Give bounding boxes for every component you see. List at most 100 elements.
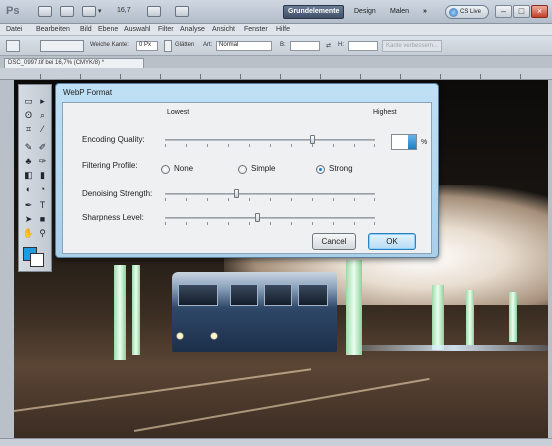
feather-input[interactable]: 0 Px	[136, 41, 158, 51]
type-tool-icon[interactable]: T	[36, 199, 49, 212]
hand-tool-icon[interactable]: ✋	[22, 227, 35, 240]
width-input[interactable]	[290, 41, 320, 51]
filter-simple-radio[interactable]	[238, 165, 247, 174]
menu-item-image[interactable]: Bild	[80, 26, 92, 33]
cs-live-icon	[449, 8, 458, 17]
more-workspaces-button[interactable]: »	[418, 5, 432, 19]
cs-live-button[interactable]: CS Live	[445, 5, 489, 19]
workspace-painting-button[interactable]: Malen	[385, 5, 414, 19]
sharpness-slider-track[interactable]	[165, 217, 375, 219]
feather-label: Weiche Kante:	[90, 42, 129, 48]
denoise-label: Denoising Strength:	[82, 189, 153, 198]
workspace-essentials-button[interactable]: Grundelemente	[283, 5, 345, 19]
antialias-label: Glätten	[175, 42, 195, 48]
tram-window	[298, 284, 328, 306]
filter-none-label: None	[174, 164, 194, 173]
menu-item-analysis[interactable]: Analyse	[180, 26, 205, 33]
dodge-tool-icon[interactable]: ◔	[36, 183, 49, 196]
quality-spinner-icon[interactable]	[408, 135, 416, 149]
background-color-swatch[interactable]	[30, 253, 44, 267]
lasso-tool-icon[interactable]: ʘ	[22, 109, 35, 122]
minibridge-icon[interactable]	[60, 6, 74, 17]
swap-icon[interactable]: ⇄	[326, 42, 331, 49]
gradient-tool-icon[interactable]: ▮	[36, 169, 49, 182]
dialog-title: WebP Format	[63, 88, 113, 97]
application-bar: Ps ▾ 16,7 Grundelemente Design Malen » C…	[0, 0, 552, 24]
pillar	[509, 292, 517, 342]
denoise-slider-ticks	[165, 198, 375, 202]
options-bar: Weiche Kante: 0 Px Glätten Art: Normal B…	[0, 36, 552, 56]
scale-low-label: Lowest	[167, 109, 190, 116]
menu-item-edit[interactable]: Bearbeiten	[36, 26, 70, 33]
shape-tool-icon[interactable]: ■	[36, 213, 49, 226]
quality-unit: %	[421, 139, 428, 146]
menu-item-help[interactable]: Hilfe	[276, 26, 290, 33]
pillar	[346, 260, 362, 355]
document-tab[interactable]: DSC_0997.tif bei 16,7% (CMYK/8) *	[4, 58, 144, 68]
tram-headlight	[210, 332, 218, 340]
horizontal-ruler	[0, 68, 552, 80]
filter-none-radio[interactable]	[161, 165, 170, 174]
quality-slider-thumb[interactable]	[310, 135, 315, 144]
eyedropper-tool-icon[interactable]: ⁄	[36, 123, 49, 136]
path-selection-icon[interactable]: ➤	[22, 213, 35, 226]
denoise-slider-track[interactable]	[165, 193, 375, 195]
workspace-design-button[interactable]: Design	[349, 5, 381, 19]
tram-window	[230, 284, 258, 306]
marquee-tool-icon[interactable]: ▸	[36, 95, 49, 108]
close-icon[interactable]: ×	[531, 5, 548, 18]
maximize-icon[interactable]: □	[513, 5, 530, 18]
menu-item-window[interactable]: Fenster	[244, 26, 268, 33]
document-tab-label: DSC_0997.tif bei 16,7% (CMYK/8) *	[8, 60, 105, 66]
ok-button[interactable]: OK	[368, 233, 416, 250]
menu-item-layer[interactable]: Ebene	[98, 26, 118, 33]
quality-slider-track[interactable]	[165, 139, 375, 141]
road-marking	[14, 368, 312, 412]
photoshop-logo: Ps	[6, 5, 20, 17]
height-input[interactable]	[348, 41, 378, 51]
quality-slider-ticks	[165, 144, 375, 148]
antialias-checkbox[interactable]	[164, 40, 172, 52]
eraser-tool-icon[interactable]: ◧	[22, 169, 35, 182]
sharpness-slider-thumb[interactable]	[255, 213, 260, 222]
sharpness-label: Sharpness Level:	[82, 213, 144, 222]
history-brush-icon[interactable]: ✑	[36, 155, 49, 168]
bridge-icon[interactable]	[38, 6, 52, 17]
filter-strong-radio[interactable]	[316, 165, 325, 174]
quality-input[interactable]	[391, 134, 417, 150]
move-tool-icon[interactable]: ▭	[22, 95, 35, 108]
menu-item-file[interactable]: Datei	[6, 26, 22, 33]
denoise-slider-thumb[interactable]	[234, 189, 239, 198]
cancel-button[interactable]: Cancel	[312, 233, 356, 250]
zoom-tool-icon[interactable]: ⚲	[36, 227, 49, 240]
style-select[interactable]: Normal	[216, 41, 272, 51]
stamp-tool-icon[interactable]: ♣	[22, 155, 35, 168]
pillar	[466, 290, 474, 345]
view-extras-icon[interactable]	[147, 6, 161, 17]
arrange-documents-icon[interactable]	[175, 6, 189, 17]
webp-format-dialog: WebP Format Lowest Highest Encoding Qual…	[55, 83, 439, 258]
filter-simple-label: Simple	[251, 164, 276, 173]
extras-dropdown-icon[interactable]: ▾	[98, 7, 102, 15]
crop-tool-icon[interactable]: ⌗	[22, 123, 35, 136]
marquee-tool-preset-icon[interactable]	[6, 40, 20, 52]
style-label: Art:	[203, 42, 213, 48]
brush-tool-icon[interactable]: ✎	[22, 141, 35, 154]
menu-item-select[interactable]: Auswahl	[124, 26, 150, 33]
extras-icon[interactable]	[82, 6, 96, 17]
status-bar	[0, 438, 552, 446]
zoom-lens-icon[interactable]: ⌕	[36, 109, 49, 122]
pen-tool-icon[interactable]: ✒	[22, 199, 35, 212]
pencil-tool-icon[interactable]: ✐	[36, 141, 49, 154]
blur-tool-icon[interactable]: ◐	[22, 183, 35, 196]
zoom-level[interactable]: 16,7	[117, 7, 131, 14]
minimize-icon[interactable]: –	[495, 5, 512, 18]
selection-mode-icons[interactable]	[40, 40, 84, 52]
sharpness-slider-ticks	[165, 222, 375, 226]
pillar	[132, 265, 140, 355]
menu-item-view[interactable]: Ansicht	[212, 26, 235, 33]
tram	[172, 272, 337, 352]
filter-profile-label: Filtering Profile:	[82, 161, 138, 170]
scale-high-label: Highest	[373, 109, 397, 116]
menu-item-filter[interactable]: Filter	[158, 26, 174, 33]
